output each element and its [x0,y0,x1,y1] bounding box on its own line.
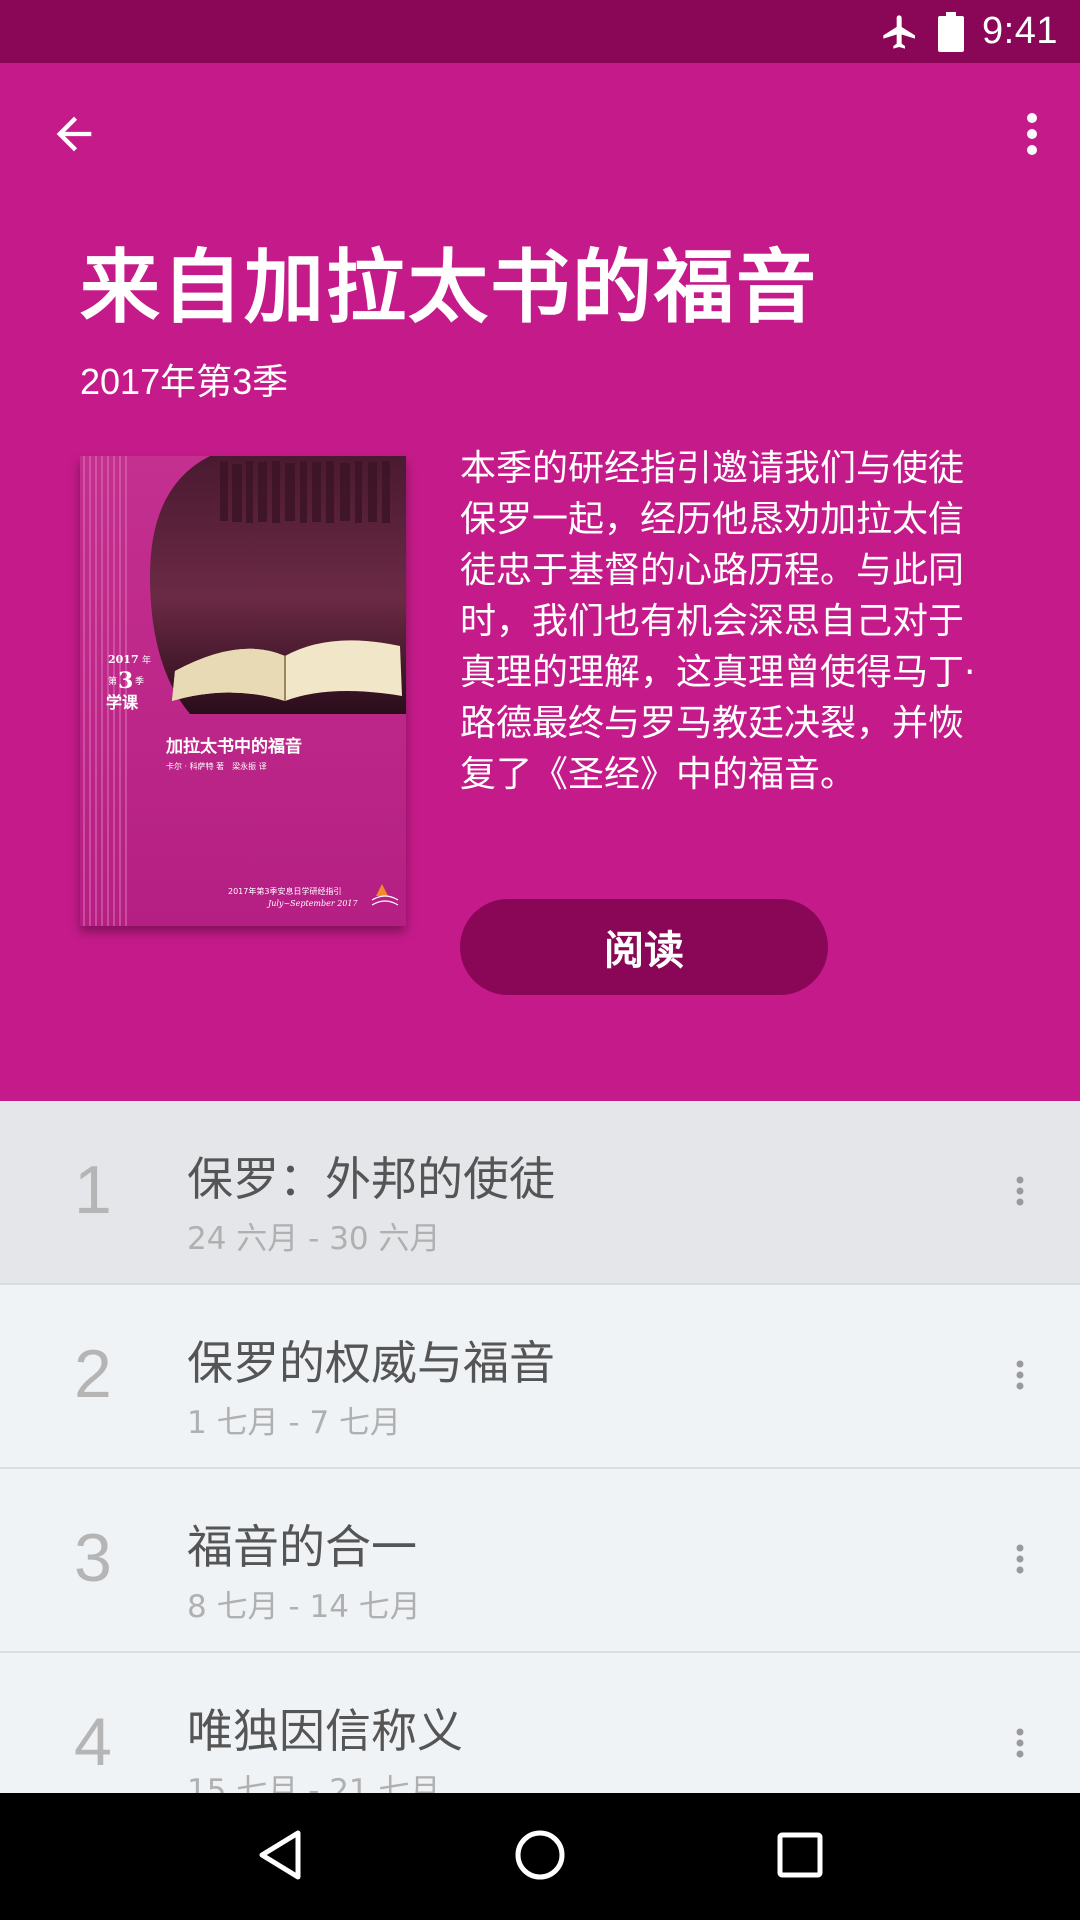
read-button[interactable]: 阅读 [460,899,828,995]
cover-authors: 卡尔 · 科萨特 著 梁永振 译 [166,761,267,771]
system-navigation-bar [0,1793,1080,1920]
more-vertical-icon [1016,1544,1024,1578]
quarterly-title: 来自加拉太书的福音 [80,241,818,334]
lesson-more-button[interactable] [1000,1357,1040,1397]
cover-footer-line2: July~September 2017 [266,899,359,908]
cover-year: 2017 [108,653,139,666]
battery-icon [938,11,965,52]
nav-recents-button[interactable] [760,1817,840,1897]
lesson-item[interactable]: 2 保罗的权威与福音 1 七月 - 7 七月 [0,1285,1080,1469]
more-vertical-icon [1016,1360,1024,1394]
lesson-number: 1 [74,1152,112,1228]
back-triangle-icon [256,1829,304,1885]
cover-quarter: 3 [118,668,133,694]
quarterly-description: 本季的研经指引邀请我们与使徒保罗一起，经历他恳劝加拉太信徒忠于基督的心路历程。与… [460,448,976,795]
quarterly-cover-image: 2017 年 第 3 季 学课 加拉太书中的福音 卡尔 · 科萨特 著 梁永振 … [80,456,406,926]
more-options-button[interactable] [984,88,1080,184]
lesson-item[interactable]: 1 保罗：外邦的使徒 24 六月 - 30 六月 [0,1101,1080,1285]
lesson-item[interactable]: 3 福音的合一 8 七月 - 14 七月 [0,1469,1080,1653]
status-time: 9:41 [982,10,1058,52]
lesson-more-button[interactable] [1000,1173,1040,1213]
airplane-mode-icon [880,12,920,52]
arrow-left-icon [48,108,100,164]
recents-square-icon [777,1832,823,1882]
home-circle-icon [514,1829,566,1885]
cover-quarter-suffix: 季 [135,675,144,687]
cover-series: 学课 [106,693,139,712]
quarterly-subtitle: 2017年第3季 [80,361,289,402]
lesson-number: 4 [74,1704,112,1780]
lesson-title: 唯独因信称义 [187,1704,463,1758]
back-button[interactable] [26,88,122,184]
lesson-date: 8 七月 - 14 七月 [187,1589,421,1625]
nav-back-button[interactable] [240,1817,320,1897]
lesson-list: 1 保罗：外邦的使徒 24 六月 - 30 六月 2 保罗的权威与福音 1 七月… [0,1101,1080,1837]
nav-home-button[interactable] [500,1817,580,1897]
lesson-header: 来自加拉太书的福音 2017年第3季 2017 年 第 3 季 学课 加拉太书中… [0,63,1080,1101]
cover-book-title: 加拉太书中的福音 [165,736,302,757]
more-vertical-icon [1016,1728,1024,1762]
more-vertical-icon [1026,112,1038,160]
cover-footer-line1: 2017年第3季安息日学研经指引 [228,886,341,896]
cover-year-suffix: 年 [142,654,151,666]
cover-artwork: 2017 年 第 3 季 学课 加拉太书中的福音 卡尔 · 科萨特 著 梁永振 … [80,456,406,926]
lesson-date: 1 七月 - 7 七月 [187,1405,402,1441]
cover-quarter-prefix: 第 [108,675,117,687]
lesson-title: 保罗：外邦的使徒 [187,1152,555,1206]
lesson-more-button[interactable] [1000,1725,1040,1765]
status-bar: 9:41 [0,0,1080,63]
lesson-number: 3 [74,1520,112,1596]
lesson-title: 福音的合一 [187,1520,417,1574]
lesson-more-button[interactable] [1000,1541,1040,1581]
lesson-date: 24 六月 - 30 六月 [187,1221,441,1257]
lesson-number: 2 [74,1336,112,1412]
more-vertical-icon [1016,1176,1024,1210]
lesson-title: 保罗的权威与福音 [187,1336,555,1390]
